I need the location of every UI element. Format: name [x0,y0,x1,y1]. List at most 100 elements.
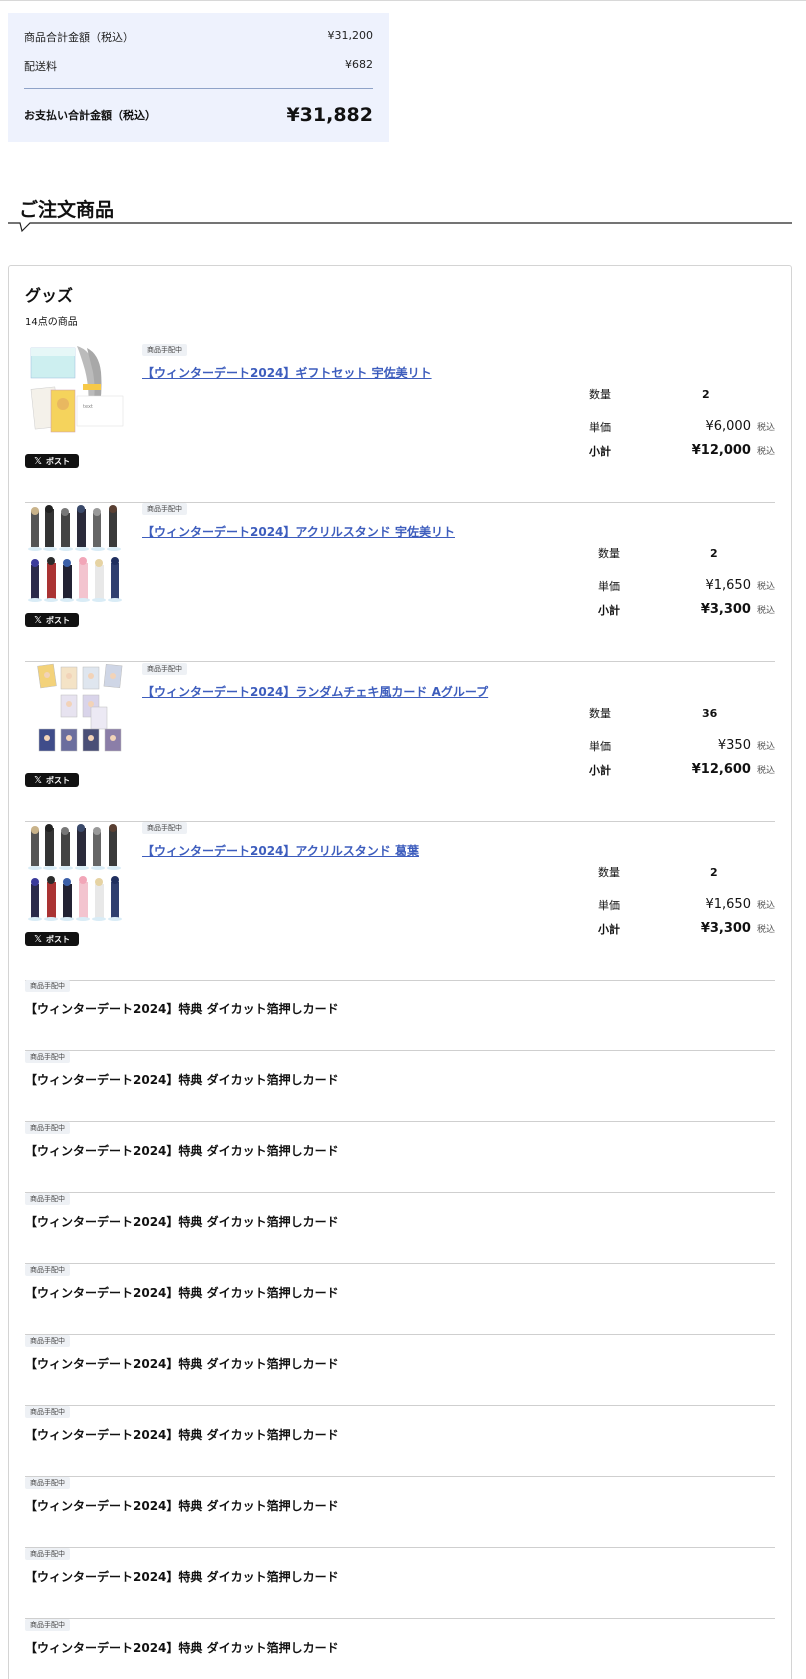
tax-label: 税込 [756,766,775,776]
tax-label: 税込 [756,423,775,433]
item-subtotal-label: 小計 [589,763,611,777]
bonus-item-name: 【ウィンターデート2024】特典 ダイカット箔押しカード [25,1570,339,1584]
unit-price-row: 単価 ¥350 税込 [589,738,775,753]
qty-value: 2 [710,865,718,879]
item-subtotal-value: ¥3,300 [700,602,751,617]
summary-divider [24,88,373,89]
unit-price-row: 単価 ¥6,000 税込 [589,419,775,434]
product-link[interactable]: 【ウィンターデート2024】アクリルスタンド 葛葉 [142,842,419,859]
bonus-item-name: 【ウィンターデート2024】特典 ダイカット箔押しカード [25,1144,339,1158]
bonus-item-name: 【ウィンターデート2024】特典 ダイカット箔押しカード [25,1073,339,1087]
shipping-value: ¥682 [345,58,373,71]
subtotal-row: 小計 ¥12,000 税込 [589,443,775,458]
x-post-button[interactable]: 𝕏 ポスト [25,454,79,468]
product-thumbnail[interactable]: text [25,344,127,446]
subtotal-row: 小計 ¥12,600 税込 [589,762,775,777]
bonus-item: 商品手配中 【ウィンターデート2024】特典 ダイカット箔押しカード [25,1619,775,1679]
status-badge: 商品手配中 [25,1548,70,1560]
tax-label: 税込 [756,925,775,935]
order-item: 𝕏 ポスト 商品手配中 【ウィンターデート2024】ランダムチェキ風カード Aグ… [25,663,775,822]
unit-price-value: ¥350 [717,738,751,753]
tax-label: 税込 [756,582,775,592]
qty-label: 数量 [589,388,611,401]
x-logo-icon: 𝕏 [33,455,43,467]
item-subtotal-value: ¥3,300 [700,921,751,936]
item-subtotal-value: ¥12,000 [691,443,751,458]
status-badge: 商品手配中 [142,344,187,356]
bonus-item-name: 【ウィンターデート2024】特典 ダイカット箔押しカード [25,1215,339,1229]
tax-label: 税込 [756,901,775,911]
tax-label: 税込 [756,606,775,616]
product-link[interactable]: 【ウィンターデート2024】ランダムチェキ風カード Aグループ [142,683,488,700]
tax-label: 税込 [756,742,775,752]
item-subtotal-label: 小計 [589,444,611,458]
product-thumbnail[interactable] [25,663,127,765]
subtotal-row: 小計 ¥3,300 税込 [598,921,775,936]
heading-underline [8,222,792,233]
status-badge: 商品手配中 [25,1406,70,1418]
status-badge: 商品手配中 [25,1335,70,1347]
product-thumbnail[interactable] [25,503,127,605]
item-subtotal-value: ¥12,600 [691,762,751,777]
bonus-item: 商品手配中 【ウィンターデート2024】特典 ダイカット箔押しカード [25,980,775,1051]
qty-value: 2 [702,387,710,401]
qty-label: 数量 [598,547,620,560]
status-badge: 商品手配中 [25,1193,70,1205]
bonus-item-name: 【ウィンターデート2024】特典 ダイカット箔押しカード [25,1428,339,1442]
subtotal-value: ¥31,200 [327,29,374,42]
status-badge: 商品手配中 [25,980,70,992]
item-subtotal-label: 小計 [598,603,620,617]
subtotal-row: 商品合計金額（税込） ¥31,200 [24,29,373,45]
qty-label: 数量 [598,866,620,879]
product-link[interactable]: 【ウィンターデート2024】アクリルスタンド 宇佐美リト [142,523,455,540]
qty-value: 2 [710,546,718,560]
status-badge: 商品手配中 [25,1122,70,1134]
top-divider [0,0,806,1]
order-item: text 𝕏 ポスト 商品手配中 【ウィンターデート2024】ギフトセット 宇佐… [25,344,775,503]
shipping-row: 配送料 ¥682 [24,58,373,74]
unit-price-label: 単価 [598,898,620,912]
product-link[interactable]: 【ウィンターデート2024】ギフトセット 宇佐美リト [142,364,432,381]
x-logo-icon: 𝕏 [33,614,43,626]
bonus-item: 商品手配中 【ウィンターデート2024】特典 ダイカット箔押しカード [25,1264,775,1335]
bonus-item: 商品手配中 【ウィンターデート2024】特典 ダイカット箔押しカード [25,1477,775,1548]
unit-price-value: ¥1,650 [705,897,751,912]
bonus-item-name: 【ウィンターデート2024】特典 ダイカット箔押しカード [25,1286,339,1300]
x-logo-icon: 𝕏 [33,774,43,786]
unit-price-label: 単価 [589,739,611,753]
status-badge: 商品手配中 [142,503,187,515]
bonus-item: 商品手配中 【ウィンターデート2024】特典 ダイカット箔押しカード [25,1122,775,1193]
unit-price-value: ¥1,650 [705,578,751,593]
status-badge: 商品手配中 [25,1619,70,1631]
bonus-item-name: 【ウィンターデート2024】特典 ダイカット箔押しカード [25,1641,339,1655]
x-post-button[interactable]: 𝕏 ポスト [25,932,79,946]
qty-label: 数量 [589,707,611,720]
order-summary: 商品合計金額（税込） ¥31,200 配送料 ¥682 お支払い合計金額（税込）… [8,13,389,142]
status-badge: 商品手配中 [25,1264,70,1276]
unit-price-value: ¥6,000 [705,419,751,434]
section-title: ご注文商品 [19,199,115,221]
tax-label: 税込 [756,447,775,457]
x-post-button[interactable]: 𝕏 ポスト [25,773,79,787]
bonus-item: 商品手配中 【ウィンターデート2024】特典 ダイカット箔押しカード [25,1335,775,1406]
bonus-item-name: 【ウィンターデート2024】特典 ダイカット箔押しカード [25,1357,339,1371]
order-item: 𝕏 ポスト 商品手配中 【ウィンターデート2024】アクリルスタンド 宇佐美リト… [25,503,775,662]
bonus-item-name: 【ウィンターデート2024】特典 ダイカット箔押しカード [25,1499,339,1513]
shipping-label: 配送料 [24,60,57,73]
qty-value: 36 [702,706,718,720]
bonus-item: 商品手配中 【ウィンターデート2024】特典 ダイカット箔押しカード [25,1406,775,1477]
svg-text:text: text [83,404,93,410]
order-items-card: グッズ 14点の商品 text 𝕏 ポスト 商品手配中 【ウィンターデート202… [8,265,792,1679]
total-row: お支払い合計金額（税込） ¥31,882 [24,104,373,126]
x-logo-icon: 𝕏 [33,933,43,945]
item-subtotal-label: 小計 [598,922,620,936]
unit-price-label: 単価 [598,579,620,593]
category-title: グッズ [25,286,74,305]
total-label: お支払い合計金額（税込） [24,109,156,122]
unit-price-label: 単価 [589,420,611,434]
x-post-button[interactable]: 𝕏 ポスト [25,613,79,627]
bonus-item: 商品手配中 【ウィンターデート2024】特典 ダイカット箔押しカード [25,1193,775,1264]
bonus-item-name: 【ウィンターデート2024】特典 ダイカット箔押しカード [25,1002,339,1016]
product-thumbnail[interactable] [25,822,127,924]
item-count: 14点の商品 [25,317,78,328]
